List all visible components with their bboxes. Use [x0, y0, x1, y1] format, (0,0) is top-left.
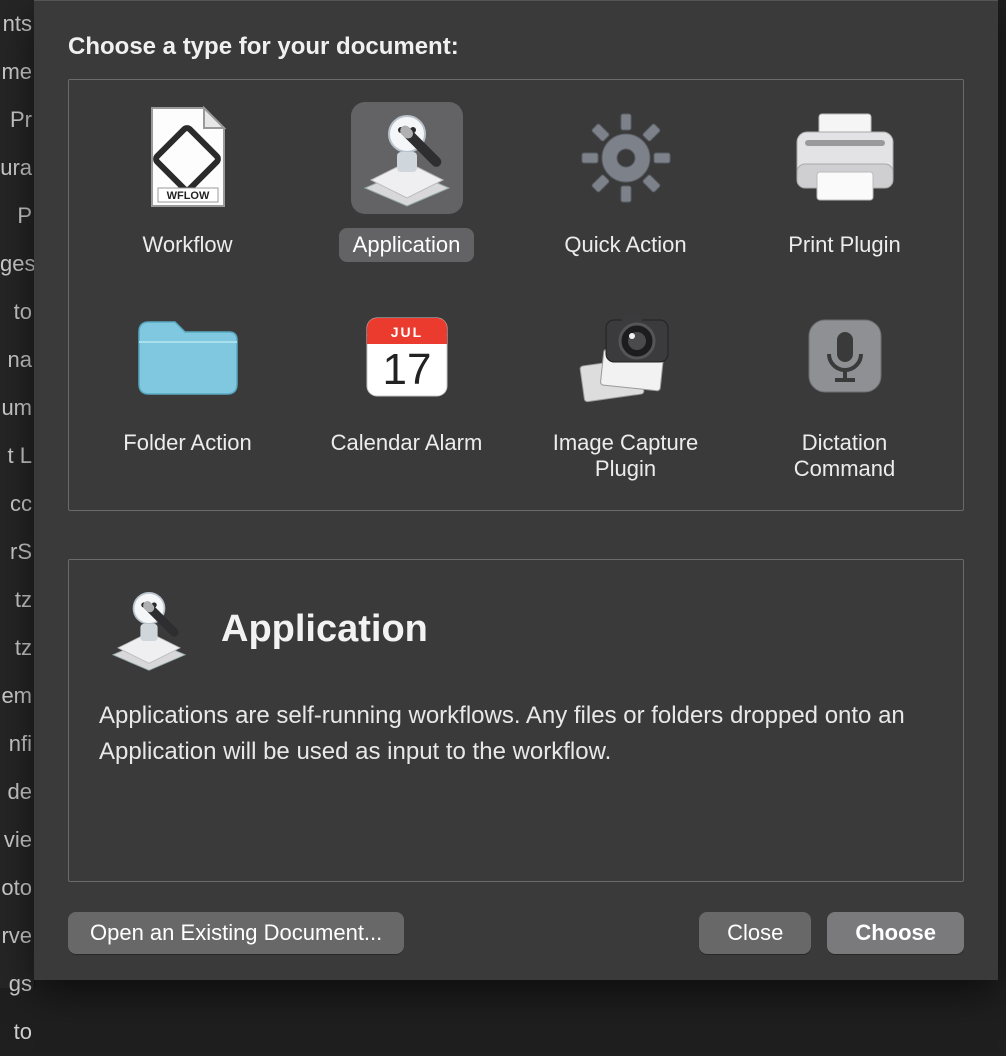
- dialog-prompt: Choose a type for your document:: [68, 33, 964, 61]
- svg-text:JUL: JUL: [390, 324, 422, 340]
- application-icon: [99, 586, 199, 672]
- description-panel: Application Applications are self-runnin…: [68, 559, 964, 882]
- description-body: Applications are self-running workflows.…: [99, 698, 933, 770]
- type-label: Application: [339, 228, 475, 262]
- camera-icon: [570, 300, 682, 412]
- type-quick-action[interactable]: Quick Action: [525, 102, 726, 262]
- type-label: Dictation Command: [744, 426, 945, 486]
- new-document-dialog: Choose a type for your document: WFLOW W…: [34, 0, 998, 980]
- type-application[interactable]: Application: [306, 102, 507, 262]
- type-label: Workflow: [128, 228, 246, 262]
- type-dictation-command[interactable]: Dictation Command: [744, 300, 945, 486]
- workflow-icon: WFLOW: [132, 102, 244, 214]
- type-label: Calendar Alarm: [317, 426, 497, 460]
- microphone-icon: [789, 300, 901, 412]
- application-icon: [351, 102, 463, 214]
- background-sidebar: nts me Pr ura P ges to na um t L cc rS t…: [0, 0, 35, 988]
- type-print-plugin[interactable]: Print Plugin: [744, 102, 945, 262]
- svg-text:17: 17: [382, 345, 431, 394]
- type-workflow[interactable]: WFLOW Workflow: [87, 102, 288, 262]
- type-image-capture-plugin[interactable]: Image Capture Plugin: [525, 300, 726, 486]
- type-label: Folder Action: [109, 426, 265, 460]
- type-label: Print Plugin: [774, 228, 915, 262]
- printer-icon: [789, 102, 901, 214]
- type-calendar-alarm[interactable]: JUL 17 Calendar Alarm: [306, 300, 507, 486]
- folder-icon: [132, 300, 244, 412]
- close-button[interactable]: Close: [699, 912, 811, 954]
- svg-text:WFLOW: WFLOW: [166, 190, 209, 202]
- type-label: Quick Action: [550, 228, 700, 262]
- type-label: Image Capture Plugin: [525, 426, 726, 486]
- gear-icon: [570, 102, 682, 214]
- dialog-footer: Open an Existing Document... Close Choos…: [68, 912, 964, 954]
- type-folder-action[interactable]: Folder Action: [87, 300, 288, 486]
- description-title: Application: [221, 608, 428, 651]
- document-type-grid-frame: WFLOW Workflow: [68, 79, 964, 511]
- choose-button[interactable]: Choose: [827, 912, 964, 954]
- document-type-grid: WFLOW Workflow: [87, 102, 945, 486]
- open-existing-button[interactable]: Open an Existing Document...: [68, 912, 404, 954]
- calendar-icon: JUL 17: [351, 300, 463, 412]
